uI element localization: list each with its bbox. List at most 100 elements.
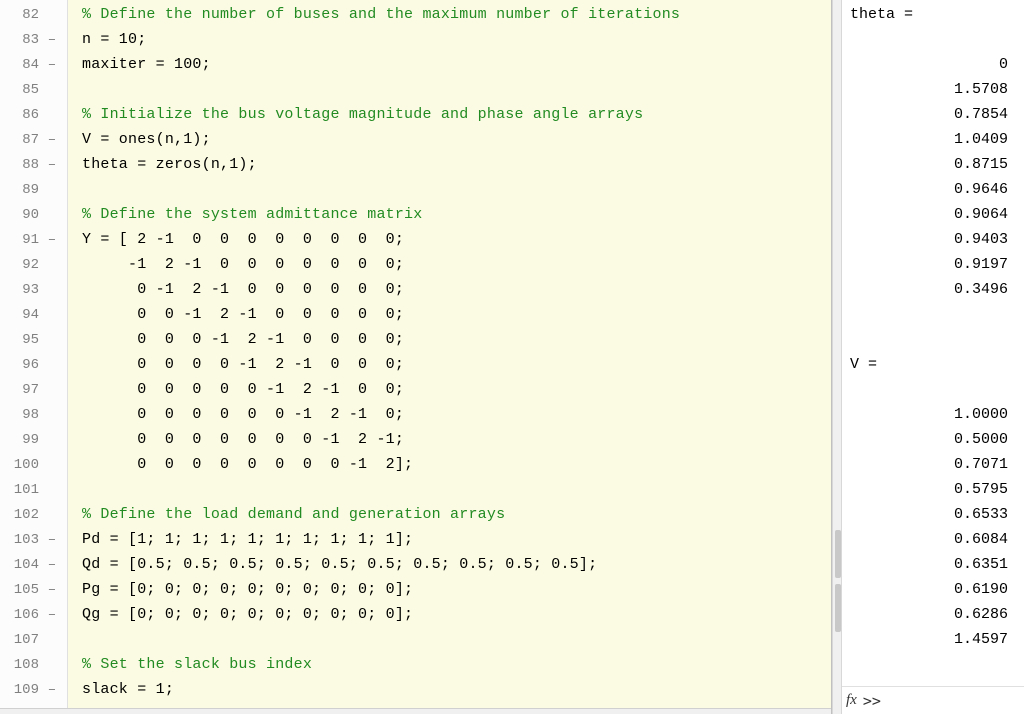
code-comment: % Define the system admittance matrix [82,206,422,223]
code-line[interactable]: % Define the number of buses and the max… [82,2,831,27]
code-line[interactable]: 0 0 0 0 0 0 -1 2 -1 0; [82,402,831,427]
gutter-row[interactable]: 108 [0,652,67,677]
code-line[interactable]: 0 -1 2 -1 0 0 0 0 0 0; [82,277,831,302]
gutter-row[interactable]: 93 [0,277,67,302]
output-value: 0.7071 [850,452,1020,477]
line-number: 97 [9,382,39,398]
line-number: 84 [9,57,39,73]
gutter-row[interactable]: 107 [0,627,67,652]
code-line[interactable]: Pg = [0; 0; 0; 0; 0; 0; 0; 0; 0; 0]; [82,577,831,602]
code-line[interactable]: n = 10; [82,27,831,52]
code-line[interactable]: Qd = [0.5; 0.5; 0.5; 0.5; 0.5; 0.5; 0.5;… [82,552,831,577]
line-number: 85 [9,82,39,98]
gutter-row[interactable]: 90 [0,202,67,227]
code-text: Pg = [0; 0; 0; 0; 0; 0; 0; 0; 0; 0]; [82,581,413,598]
gutter-row[interactable]: 102 [0,502,67,527]
gutter-row[interactable]: 88– [0,152,67,177]
code-line[interactable]: 0 0 0 0 0 -1 2 -1 0 0; [82,377,831,402]
code-text: 0 0 0 0 0 -1 2 -1 0 0; [82,381,404,398]
gutter-row[interactable]: 87– [0,127,67,152]
gutter-row[interactable]: 85 [0,77,67,102]
code-line[interactable] [82,77,831,102]
command-output[interactable]: theta =01.57080.78541.04090.87150.96460.… [842,0,1024,686]
code-text: maxiter = 100; [82,56,211,73]
breakpoint-dash-icon[interactable]: – [43,532,61,548]
line-number-gutter[interactable]: 8283–84–858687–88–899091–929394959697989… [0,0,68,708]
gutter-row[interactable]: 91– [0,227,67,252]
code-line[interactable]: slack = 1; [82,677,831,702]
output-value: 0.9064 [850,202,1020,227]
breakpoint-dash-icon[interactable]: – [43,582,61,598]
code-line[interactable]: -1 2 -1 0 0 0 0 0 0 0; [82,252,831,277]
breakpoint-dash-icon[interactable]: – [43,132,61,148]
code-line[interactable]: V = ones(n,1); [82,127,831,152]
line-number: 87 [9,132,39,148]
gutter-row[interactable]: 104– [0,552,67,577]
code-line[interactable]: maxiter = 100; [82,52,831,77]
code-line[interactable] [82,177,831,202]
code-line[interactable]: 0 0 0 0 -1 2 -1 0 0 0; [82,352,831,377]
gutter-row[interactable]: 94 [0,302,67,327]
splitter-handle-icon[interactable] [835,530,841,578]
code-line[interactable]: Y = [ 2 -1 0 0 0 0 0 0 0 0; [82,227,831,252]
editor-pane: 8283–84–858687–88–899091–929394959697989… [0,0,832,714]
gutter-row[interactable]: 97 [0,377,67,402]
gutter-row[interactable]: 82 [0,2,67,27]
code-line[interactable]: % Define the system admittance matrix [82,202,831,227]
output-value: 0.6084 [850,527,1020,552]
line-number: 88 [9,157,39,173]
fx-icon[interactable]: fx [846,692,857,709]
output-label [850,377,1020,402]
gutter-row[interactable]: 99 [0,427,67,452]
code-line[interactable]: Pd = [1; 1; 1; 1; 1; 1; 1; 1; 1; 1]; [82,527,831,552]
gutter-row[interactable]: 106– [0,602,67,627]
code-line[interactable]: % Initialize the bus voltage magnitude a… [82,102,831,127]
code-line[interactable]: Qg = [0; 0; 0; 0; 0; 0; 0; 0; 0; 0]; [82,602,831,627]
splitter-handle-icon[interactable] [835,584,841,632]
gutter-row[interactable]: 105– [0,577,67,602]
command-prompt[interactable]: >> [863,692,881,710]
code-line[interactable]: theta = zeros(n,1); [82,152,831,177]
code-line[interactable]: 0 0 -1 2 -1 0 0 0 0 0; [82,302,831,327]
gutter-row[interactable]: 83– [0,27,67,52]
breakpoint-dash-icon[interactable]: – [43,682,61,698]
breakpoint-dash-icon[interactable]: – [43,232,61,248]
code-line[interactable]: % Set the slack bus index [82,652,831,677]
gutter-row[interactable]: 86 [0,102,67,127]
gutter-row[interactable]: 96 [0,352,67,377]
code-comment: % Initialize the bus voltage magnitude a… [82,106,643,123]
code-line[interactable]: 0 0 0 -1 2 -1 0 0 0 0; [82,327,831,352]
code-text: Qd = [0.5; 0.5; 0.5; 0.5; 0.5; 0.5; 0.5;… [82,556,597,573]
breakpoint-dash-icon[interactable]: – [43,32,61,48]
code-line[interactable]: % Define the load demand and generation … [82,502,831,527]
code-line[interactable]: 0 0 0 0 0 0 0 -1 2 -1; [82,427,831,452]
line-number: 92 [9,257,39,273]
vertical-splitter[interactable] [832,0,842,714]
command-prompt-row[interactable]: fx >> [842,686,1024,714]
breakpoint-dash-icon[interactable]: – [43,157,61,173]
gutter-row[interactable]: 103– [0,527,67,552]
line-number: 107 [9,632,39,648]
output-label [850,652,1020,677]
output-value: 0.6351 [850,552,1020,577]
code-line[interactable]: 0 0 0 0 0 0 0 0 -1 2]; [82,452,831,477]
breakpoint-dash-icon[interactable]: – [43,607,61,623]
breakpoint-dash-icon[interactable]: – [43,557,61,573]
breakpoint-dash-icon[interactable]: – [43,57,61,73]
gutter-row[interactable]: 109– [0,677,67,702]
gutter-row[interactable]: 92 [0,252,67,277]
output-value: 1.0000 [850,402,1020,427]
gutter-row[interactable]: 100 [0,452,67,477]
line-number: 90 [9,207,39,223]
code-line[interactable] [82,627,831,652]
output-value: 0.6190 [850,577,1020,602]
code-comment: % Define the number of buses and the max… [82,6,680,23]
gutter-row[interactable]: 95 [0,327,67,352]
gutter-row[interactable]: 101 [0,477,67,502]
code-area[interactable]: % Define the number of buses and the max… [68,0,831,708]
gutter-row[interactable]: 98 [0,402,67,427]
gutter-row[interactable]: 89 [0,177,67,202]
code-line[interactable] [82,477,831,502]
code-text: 0 -1 2 -1 0 0 0 0 0 0; [82,281,404,298]
gutter-row[interactable]: 84– [0,52,67,77]
